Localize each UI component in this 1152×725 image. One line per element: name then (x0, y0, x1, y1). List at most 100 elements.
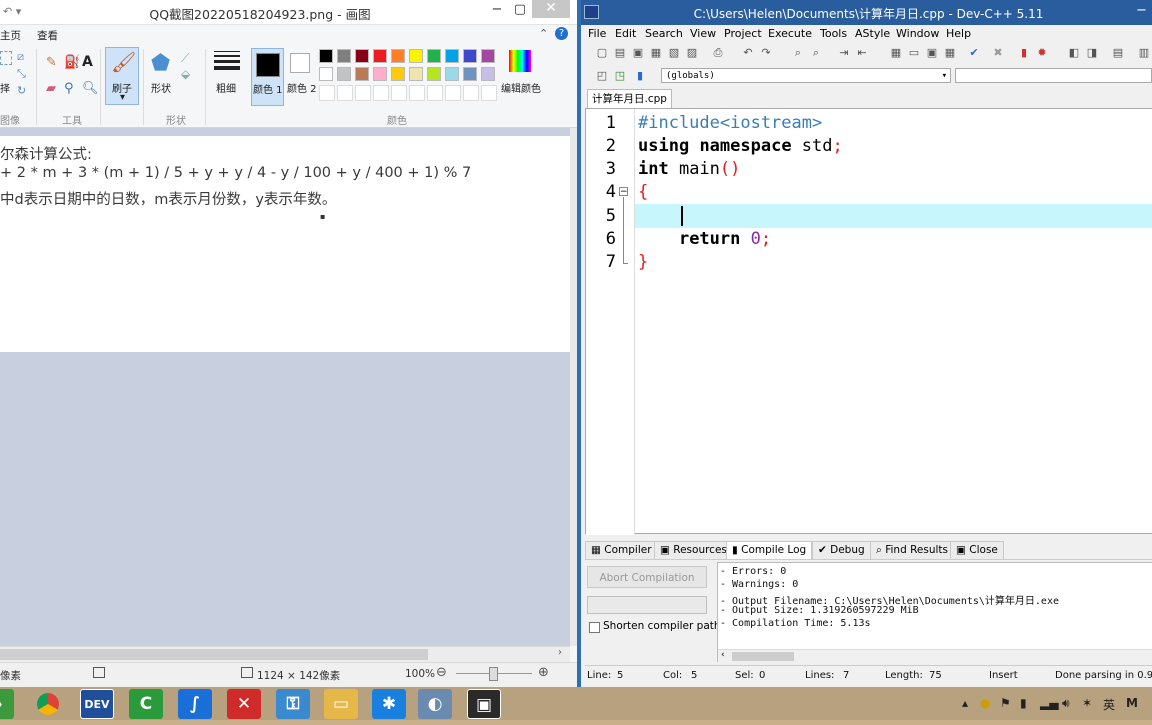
open-file-icon[interactable]: ▤ (613, 46, 627, 60)
pencil-icon[interactable]: ✎ (46, 55, 57, 70)
menu-astyle[interactable]: AStyle (855, 27, 890, 40)
menu-tools[interactable]: Tools (820, 27, 847, 40)
tab-debug[interactable]: ✔ Debug (812, 541, 871, 560)
custom-color-slot[interactable] (337, 85, 353, 101)
compile-icon[interactable]: ▦ (889, 46, 903, 60)
folder-icon[interactable]: ▭ (324, 689, 358, 719)
custom-color-slot[interactable] (481, 85, 497, 101)
palette-color-swatch[interactable] (355, 67, 369, 81)
magnifier-icon[interactable]: 🔍︎ (82, 81, 99, 96)
custom-color-slot[interactable] (319, 85, 335, 101)
scrollbar-thumb[interactable] (732, 652, 794, 661)
abort-compilation-button[interactable]: Abort Compilation (587, 566, 707, 588)
debug-icon[interactable]: ✹ (1035, 46, 1049, 60)
palette-color-swatch[interactable] (373, 49, 387, 63)
close-all-icon[interactable]: ▨ (685, 46, 699, 60)
star-app-icon[interactable]: ✱ (372, 689, 406, 719)
menu-edit[interactable]: Edit (615, 27, 636, 40)
custom-color-slot[interactable] (373, 85, 389, 101)
chrome-icon[interactable] (31, 689, 65, 719)
toggle-icon[interactable]: ▤ (1111, 46, 1125, 60)
menu-project[interactable]: Project (724, 27, 762, 40)
custom-color-slot[interactable] (409, 85, 425, 101)
color-picker-icon[interactable]: ⚲ (64, 81, 74, 96)
color1-button[interactable]: 颜色 1 (251, 48, 284, 106)
menu-search[interactable]: Search (645, 27, 683, 40)
palette-color-swatch[interactable] (391, 67, 405, 81)
tray-app-icon[interactable]: ● (980, 696, 990, 710)
tab-find-results[interactable]: ⌕ Find Results (870, 541, 954, 560)
more-icon[interactable]: ▥ (1137, 46, 1151, 60)
devcpp-taskbar-icon[interactable]: DEV (80, 689, 114, 719)
scroll-left-icon[interactable]: ‹ (721, 650, 725, 660)
brush-button[interactable]: 🖌︎ 刷子 ▾ (105, 47, 139, 105)
menu-view[interactable]: View (690, 27, 716, 40)
palette-color-swatch[interactable] (391, 49, 405, 63)
tab-resources[interactable]: ▣ Resources (654, 541, 733, 560)
palette-color-swatch[interactable] (481, 49, 495, 63)
chart-icon[interactable]: ▮ (1017, 46, 1031, 60)
palette-color-swatch[interactable] (463, 67, 477, 81)
compile-run-icon[interactable]: ▣ (925, 46, 939, 60)
zoom-in-icon[interactable]: ⊕ (538, 665, 549, 680)
camtasia-icon[interactable]: C (129, 689, 163, 719)
stop-icon[interactable]: ✖ (991, 46, 1005, 60)
resize-icon[interactable]: ⤡ (17, 67, 26, 81)
prev-icon[interactable]: ◧ (1067, 46, 1081, 60)
feather-app-icon[interactable]: ∫ (178, 689, 212, 719)
scroll-right-icon[interactable]: › (558, 647, 562, 658)
save-icon[interactable]: ▣ (631, 46, 645, 60)
tray-power-icon[interactable]: ▮ (1020, 696, 1027, 710)
tab-home[interactable]: 主页 (0, 28, 21, 43)
horizontal-scrollbar[interactable]: › (0, 646, 570, 663)
edit-colors-label[interactable]: 编辑颜色 (501, 80, 541, 95)
tray-network-icon[interactable]: ▂▄ (1040, 696, 1058, 710)
palette-color-swatch[interactable] (337, 49, 351, 63)
palette-color-swatch[interactable] (463, 49, 477, 63)
palette-color-swatch[interactable] (409, 67, 423, 81)
new-file-icon[interactable]: ▢ (595, 46, 609, 60)
check-icon[interactable]: ✔ (967, 46, 981, 60)
tab-compiler[interactable]: ▦ Compiler (585, 541, 658, 560)
paint-taskbar-icon[interactable]: ◐ (418, 689, 452, 719)
undo-icon[interactable]: ↶ (741, 46, 755, 60)
tray-m-icon[interactable]: M (1126, 696, 1138, 710)
palette-color-swatch[interactable] (355, 49, 369, 63)
tray-volume-icon[interactable]: 🔊︎ (1062, 696, 1070, 711)
menu-help[interactable]: Help (946, 27, 971, 40)
vertical-scrollbar[interactable] (570, 128, 577, 646)
next-icon[interactable]: ◨ (1085, 46, 1099, 60)
members-dropdown[interactable] (955, 68, 1152, 83)
run-icon[interactable]: ▭ (907, 46, 921, 60)
file-tab[interactable]: 计算年月日.cpp (587, 89, 672, 109)
rainbow-icon[interactable] (509, 50, 531, 72)
zoom-out-icon[interactable]: ⊖ (436, 665, 447, 680)
redo-icon[interactable]: ↷ (759, 46, 773, 60)
palette-color-swatch[interactable] (409, 49, 423, 63)
help-icon[interactable]: ? (555, 27, 568, 40)
crop-icon[interactable]: ⧄ (17, 50, 24, 64)
save-all-icon[interactable]: ▦ (649, 46, 663, 60)
fold-icon[interactable]: − (619, 187, 628, 197)
tab-compile-log[interactable]: ▮ Compile Log (726, 541, 813, 560)
shapes-icon[interactable]: ⬟ (151, 51, 170, 76)
collapse-ribbon-icon[interactable]: ⌃ (539, 27, 548, 40)
network-app-icon[interactable]: ⚿ (276, 689, 310, 719)
fill-icon[interactable]: ⛽ (64, 55, 80, 70)
color2-label[interactable]: 颜色 2 (287, 80, 317, 95)
text-tool-icon[interactable]: A (82, 54, 93, 70)
log-horizontal-scrollbar[interactable]: ‹ (718, 649, 1152, 663)
fill-shape-icon[interactable]: ⬙ (181, 67, 190, 81)
globals-dropdown[interactable]: (globals) ▾ (661, 68, 951, 83)
code-editor[interactable]: 1 2 3 4 5 6 7 − #include<iostream> using… (585, 108, 1152, 535)
maximize-button[interactable]: ▢ (507, 0, 533, 22)
tab-view[interactable]: 查看 (37, 28, 58, 43)
tray-star-icon[interactable]: ✶ (1082, 696, 1092, 710)
palette-color-swatch[interactable] (445, 67, 459, 81)
palette-color-swatch[interactable] (481, 67, 495, 81)
zoom-slider-thumb[interactable] (489, 667, 498, 681)
start-app-icon[interactable]: ❯ (0, 689, 14, 719)
tab-close[interactable]: ▣ Close (950, 541, 1004, 560)
palette-color-swatch[interactable] (427, 67, 441, 81)
x-app-icon[interactable]: ✕ (227, 689, 261, 719)
